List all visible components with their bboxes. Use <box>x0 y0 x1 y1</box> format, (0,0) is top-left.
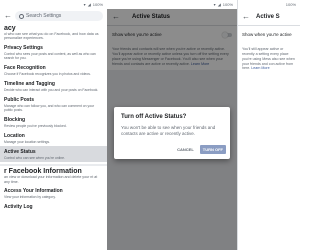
settings-screen: ▾ ◢ 100% ← Search Settings acy ol who ca… <box>0 0 107 250</box>
settings-item-privacy[interactable]: Privacy Settings Control who sees your p… <box>0 42 107 62</box>
privacy-section-subtitle: ol who can see what you do on Facebook, … <box>4 32 99 41</box>
status-bar: ▾ ◢ 100% <box>0 0 107 9</box>
back-arrow-icon[interactable]: ← <box>242 13 250 21</box>
privacy-section-title: acy <box>4 25 16 32</box>
search-settings-input[interactable]: Search Settings <box>15 11 103 21</box>
active-status-toggle-row[interactable]: Show when you're active <box>238 26 300 43</box>
back-arrow-icon[interactable]: ← <box>4 12 12 20</box>
wifi-icon: ▾ <box>83 2 86 7</box>
battery-label: 100% <box>285 2 296 7</box>
turn-off-active-status-dialog: Turn off Active Status? You won't be abl… <box>114 107 230 159</box>
dialog-title: Turn off Active Status? <box>121 114 187 120</box>
signal-icon: ◢ <box>87 2 91 7</box>
signal-icon: ◢ <box>217 2 221 7</box>
app-bar: ← Active S <box>238 9 300 26</box>
status-bar: ▾ ◢ 100% <box>107 0 237 9</box>
info-section-title: r Facebook Information <box>4 168 82 176</box>
active-status-screen: 100% ← Active S Show when you're active … <box>237 0 300 250</box>
page-title: Active S <box>256 14 280 20</box>
search-icon <box>19 13 24 19</box>
toggle-label: Show when you're active <box>242 32 292 37</box>
wifi-icon: ▾ <box>213 2 216 7</box>
settings-item-public-posts[interactable]: Public Posts Manage who can follow you, … <box>0 94 107 114</box>
dialog-actions: CANCEL TURN OFF <box>174 145 226 154</box>
status-bar: 100% <box>238 0 300 9</box>
active-status-explanation: You'll still appear active or recently a… <box>238 43 300 76</box>
settings-item-active-status[interactable]: Active Status Control who can see when y… <box>0 146 107 163</box>
settings-item-timeline-tagging[interactable]: Timeline and Tagging Decide who can inte… <box>0 78 107 94</box>
settings-item-activity-log[interactable]: Activity Log <box>0 201 107 212</box>
battery-label: 100% <box>92 2 103 7</box>
learn-more-link[interactable]: Learn More <box>251 66 269 70</box>
cancel-button[interactable]: CANCEL <box>174 145 197 154</box>
turn-off-button[interactable]: TURN OFF <box>199 145 226 154</box>
active-status-dialog-screen: ▾ ◢ 100% ← Active Status Show when you'r… <box>107 0 237 250</box>
settings-item-blocking[interactable]: Blocking Review people you've previously… <box>0 114 107 130</box>
settings-item-location[interactable]: Location Manage your location settings. <box>0 130 107 146</box>
dialog-message: You won't be able to see when your frien… <box>121 125 216 136</box>
settings-item-access-information[interactable]: Access Your Information View your inform… <box>0 185 107 201</box>
search-row: ← Search Settings <box>0 9 107 23</box>
settings-item-face-recognition[interactable]: Face Recognition Choose if Facebook reco… <box>0 62 107 78</box>
battery-label: 100% <box>222 2 233 7</box>
info-section-subtitle: an view or download your information and… <box>4 175 98 184</box>
